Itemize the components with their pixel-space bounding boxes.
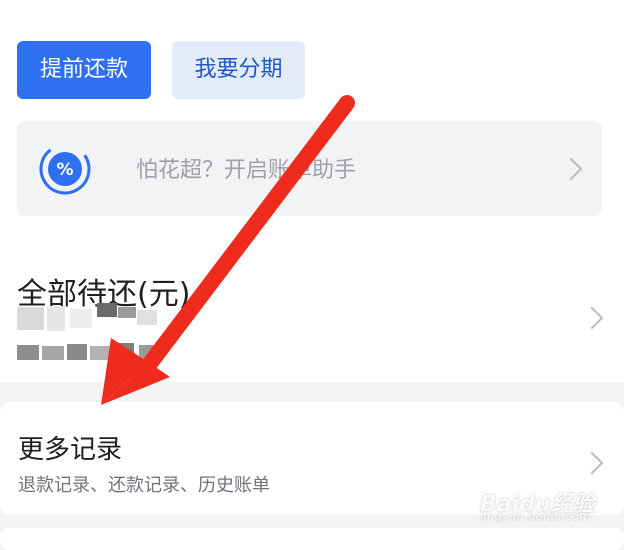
more-records-subtitle: 退款记录、还款记录、历史账单 [18,475,270,496]
svg-text:%: % [56,160,73,180]
bottom-card-edge [0,528,624,550]
chevron-right-icon [559,157,583,181]
chevron-right-icon [580,451,604,475]
installment-button[interactable]: 我要分期 [172,41,305,99]
redacted-amount [17,303,157,331]
percent-icon: % [39,143,91,195]
redacted-note [17,343,159,360]
bill-assistant-text: 怕花超？开启账单助手 [136,158,357,183]
bill-summary-card: 提前还款 我要分期 % 怕花超？开启账单助手 全部待还(元) [0,0,624,382]
more-records-title: 更多记录 [18,435,123,465]
bill-assistant-banner[interactable]: % 怕花超？开启账单助手 [17,121,602,216]
prepay-button[interactable]: 提前还款 [17,41,151,99]
watermark-sub: jingyan.baidu.com [480,509,591,523]
scalloped-divider [0,366,624,382]
chevron-right-icon[interactable] [580,306,604,330]
baidu-watermark: Baidu经验 jingyan.baidu.com [480,486,620,526]
